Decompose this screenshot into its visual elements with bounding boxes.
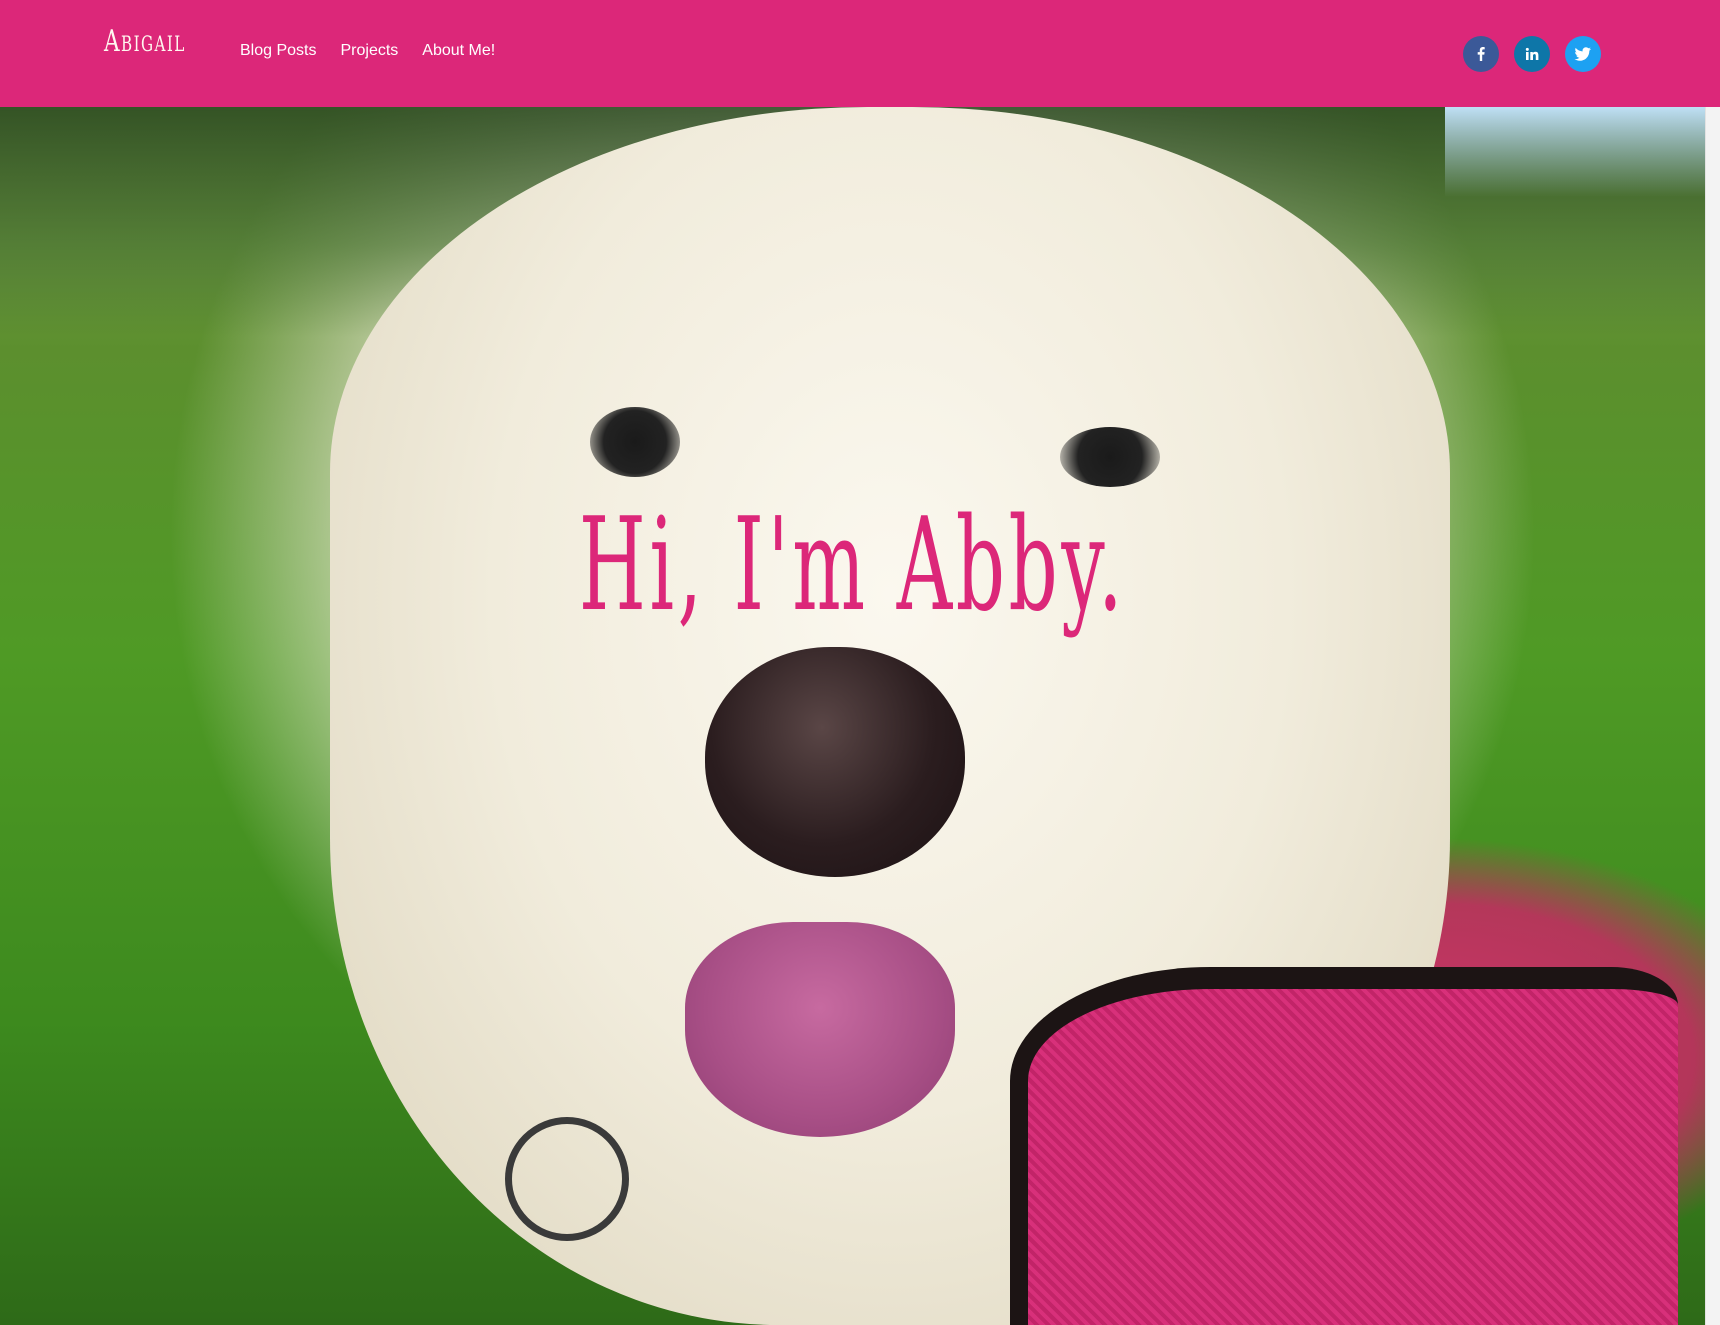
top-navbar: Abigail Blog Posts Projects About Me! — [0, 0, 1720, 107]
linkedin-button[interactable] — [1514, 36, 1550, 72]
dog-harness — [1010, 967, 1678, 1325]
page-scrollbar[interactable] — [1705, 107, 1720, 1325]
nav-links: Blog Posts Projects About Me! — [240, 42, 495, 60]
nav-link-projects[interactable]: Projects — [340, 42, 398, 60]
hero-photo: Hi, I'm Abby. — [0, 107, 1705, 1325]
linkedin-icon — [1525, 47, 1539, 60]
nav-link-blog-posts[interactable]: Blog Posts — [240, 42, 316, 60]
dog-nose — [705, 647, 965, 877]
twitter-icon — [1574, 47, 1591, 61]
hero-title: Hi, I'm Abby. — [578, 491, 1127, 640]
twitter-button[interactable] — [1565, 36, 1601, 72]
nav-link-about-me[interactable]: About Me! — [422, 42, 495, 60]
brand-logo[interactable]: Abigail — [104, 24, 186, 59]
dog-right-eye — [1060, 427, 1160, 487]
dog-tongue — [685, 922, 955, 1137]
social-links — [1463, 36, 1601, 72]
dog-left-eye — [590, 407, 680, 477]
collar-ring — [505, 1117, 629, 1241]
facebook-button[interactable] — [1463, 36, 1499, 72]
background-sky — [1445, 107, 1705, 197]
facebook-icon — [1477, 47, 1485, 61]
